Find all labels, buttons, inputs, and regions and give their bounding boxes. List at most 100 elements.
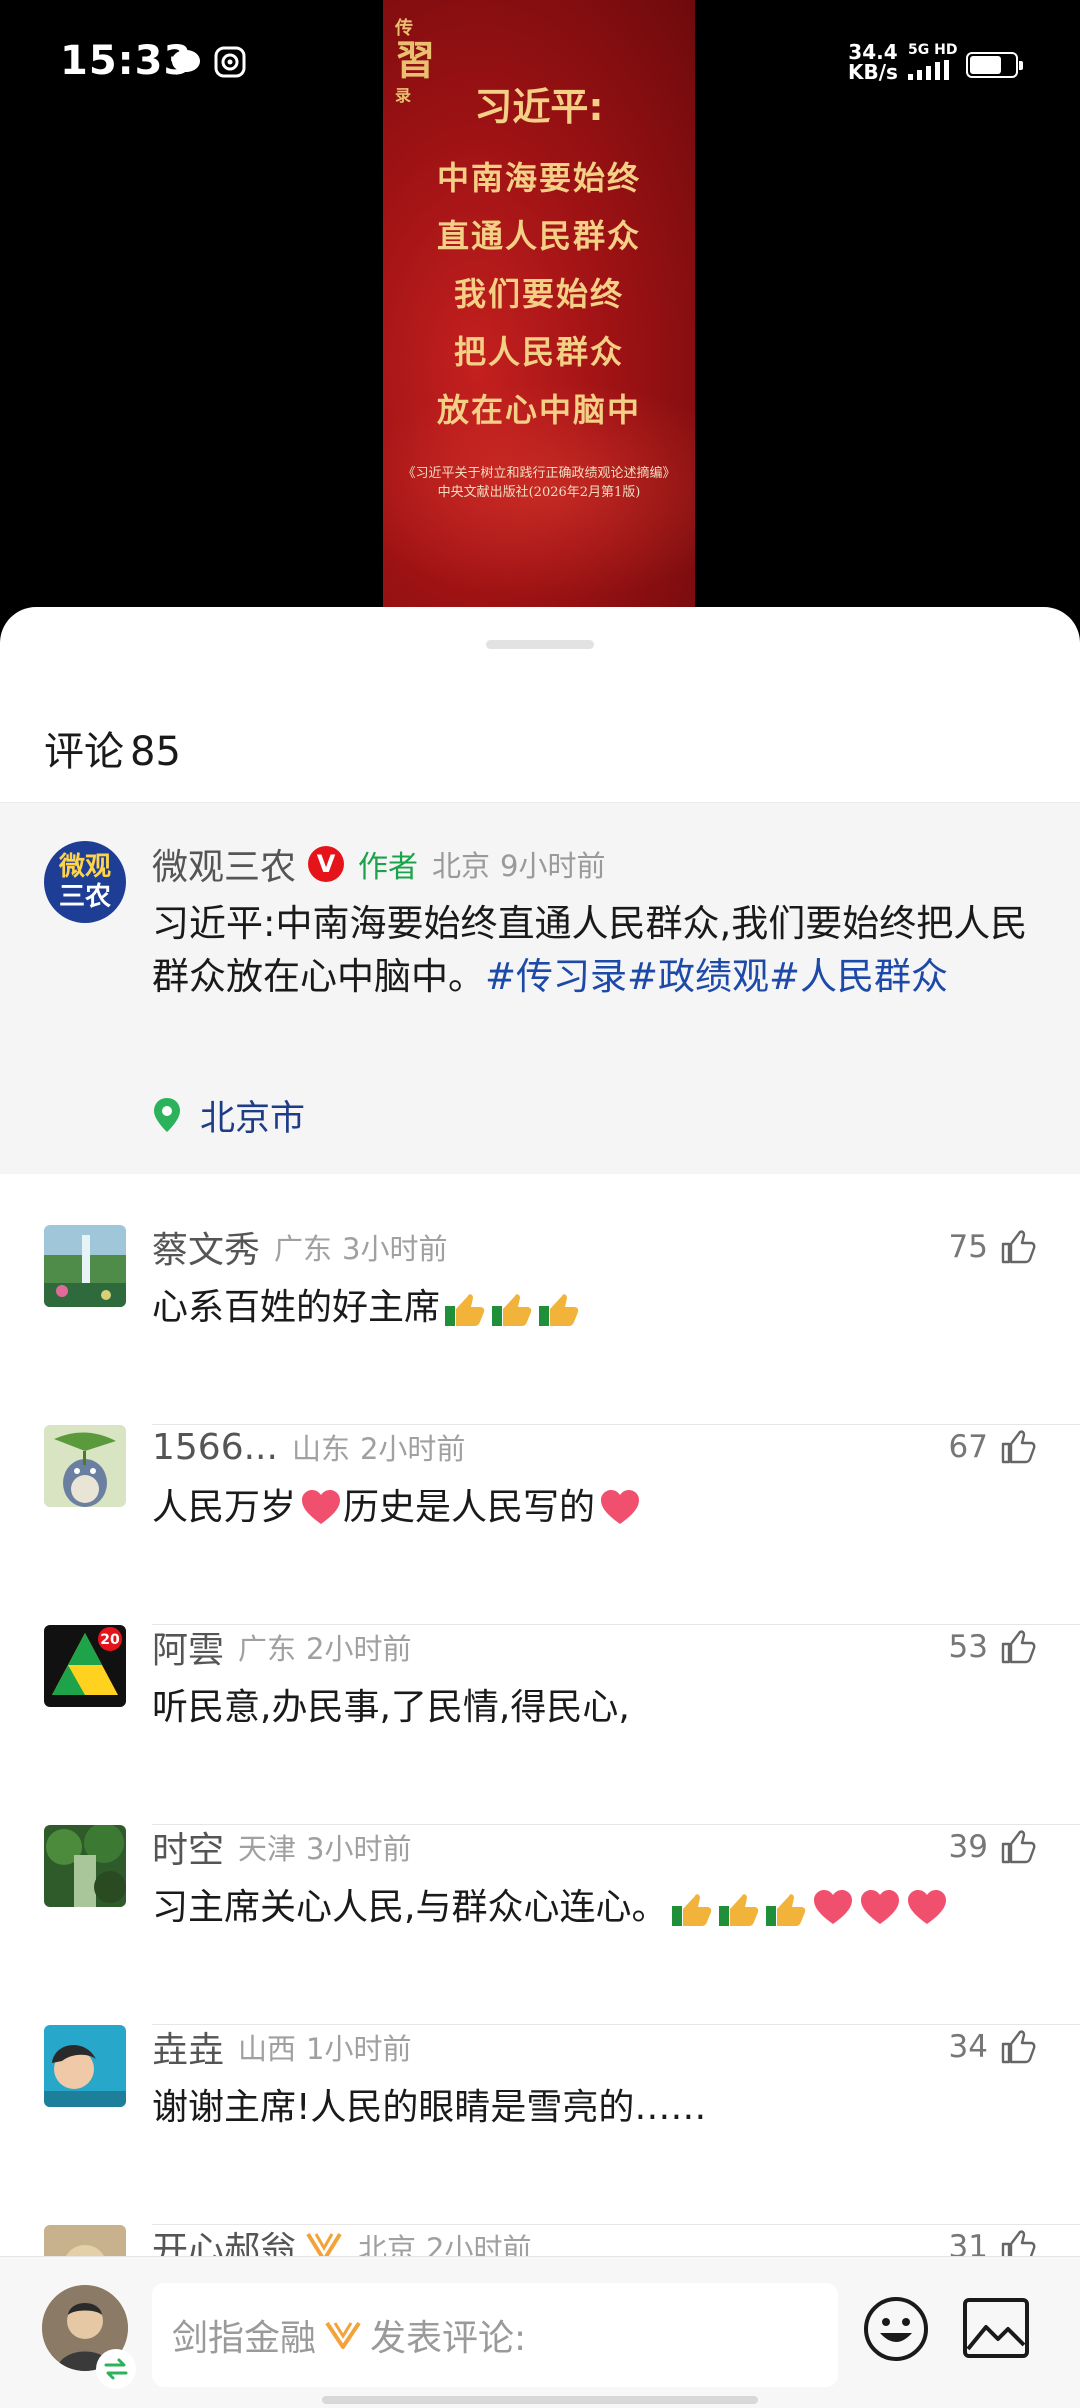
- commenter-name[interactable]: 1566...: [152, 1427, 278, 1468]
- commenter-avatar[interactable]: [44, 1425, 126, 1507]
- comment-body: 听民意,办民事,了民情,得民心,: [152, 1687, 630, 1728]
- emoji-smile-icon[interactable]: [862, 2295, 930, 2363]
- thumbs-up-emoji-icon: [766, 1894, 806, 1926]
- signal-bars-icon: [908, 60, 949, 80]
- net-speed-unit: KB/s: [848, 60, 898, 84]
- author-post-text: 习近平:中南海要始终直通人民群众,我们要始终把人民群众放在心中脑中。#传习录#政…: [152, 897, 1046, 1003]
- thumbs-up-icon: [1001, 2030, 1036, 2064]
- thumbs-up-icon: [1001, 1230, 1036, 1264]
- sheet-drag-handle[interactable]: [486, 640, 594, 649]
- heart-emoji-icon: [601, 1490, 640, 1524]
- author-avatar-line1: 微观: [58, 852, 111, 882]
- landscape-avatar-image: [44, 1225, 126, 1307]
- like-button[interactable]: 34: [949, 2025, 1036, 2069]
- author-name[interactable]: 微观三农: [152, 838, 296, 890]
- poster-line: 放在心中脑中: [436, 391, 641, 429]
- heart-emoji-icon: [861, 1890, 900, 1924]
- comment-text: 心系百姓的好主席: [152, 1283, 581, 1333]
- location-pin-icon: [154, 1098, 180, 1132]
- commenter-avatar[interactable]: 20: [44, 1625, 126, 1707]
- hashtag-link[interactable]: #传习录: [485, 955, 627, 998]
- location-link[interactable]: 北京市: [152, 1093, 305, 1139]
- like-button[interactable]: 75: [949, 1225, 1036, 1269]
- author-location: 北京: [432, 849, 491, 883]
- thumbs-up-emoji-icon: [492, 1294, 532, 1326]
- comment-text: 谢谢主席!人民的眼睛是雪亮的……: [152, 2083, 706, 2133]
- comment-meta: 1566... 山东 2小时前: [152, 1425, 465, 1469]
- comment-item: 时空 天津 3小时前 39 习主席关心人民,与群众心连心。: [0, 1825, 1080, 2025]
- battery-fill: [970, 56, 1001, 74]
- totoro-avatar-image: [44, 1425, 126, 1507]
- thumbs-up-icon: [1001, 1430, 1036, 1464]
- comment-location: 广东: [274, 1232, 333, 1266]
- comment-item: 1566... 山东 2小时前 67 人民万岁 历史是人民写的: [0, 1425, 1080, 1625]
- author-tag: 作者: [358, 850, 419, 885]
- like-count: 39: [948, 1829, 988, 1865]
- poster-line: 中南海要始终: [436, 159, 641, 197]
- comment-count-title: 评论 85: [44, 719, 181, 777]
- account-handle: 剑指金融: [172, 2318, 317, 2359]
- like-count: 34: [948, 2029, 988, 2065]
- poster-line: 我们要始终: [453, 275, 624, 313]
- comment-time: 3小时前: [342, 1232, 448, 1266]
- like-count: 75: [948, 1229, 988, 1265]
- thumbs-up-emoji-icon: [719, 1894, 759, 1926]
- comment-sheet: 评论 85 微观 三农 微观三农 V 作者 北京 9小时前 习近平:中南海要始终直…: [0, 607, 1080, 2408]
- hashtag-link[interactable]: #人民群众: [769, 955, 948, 998]
- comment-time: 3小时前: [306, 1832, 412, 1866]
- poster-source-line1: 《习近平关于树立和践行正确政绩观论述摘编》: [402, 466, 676, 481]
- author-avatar-line2: 三农: [58, 882, 111, 912]
- comment-item: 垚垚 山西 1小时前 34 谢谢主席!人民的眼睛是雪亮的……: [0, 2025, 1080, 2225]
- signal-indicator: 5G HD: [908, 42, 958, 82]
- vip-badge-icon: [325, 2321, 361, 2349]
- comment-input[interactable]: 剑指金融 发表评论:: [152, 2283, 838, 2387]
- input-placeholder: 发表评论:: [370, 2318, 527, 2359]
- message-bubble-icon: [172, 50, 200, 75]
- like-button[interactable]: 53: [949, 1625, 1036, 1669]
- comment-location: 山东: [291, 1432, 350, 1466]
- home-indicator[interactable]: [322, 2396, 758, 2404]
- like-button[interactable]: 67: [949, 1425, 1036, 1469]
- comment-text: 听民意,办民事,了民情,得民心,: [152, 1683, 630, 1733]
- avatar-badge-number: 20: [100, 1632, 120, 1648]
- app-notification-icon: [214, 46, 246, 78]
- comment-location: 天津: [238, 1832, 297, 1866]
- like-button[interactable]: 39: [949, 1825, 1036, 1869]
- commenter-name[interactable]: 阿雲: [152, 1621, 224, 1673]
- poster-line: 把人民群众: [453, 333, 624, 371]
- comment-location: 山西: [238, 2032, 297, 2066]
- commenter-avatar[interactable]: [44, 1825, 126, 1907]
- verified-badge-icon: V: [308, 846, 345, 882]
- image-picker-icon[interactable]: [962, 2297, 1030, 2359]
- commenter-avatar[interactable]: [44, 2025, 126, 2107]
- thumbs-up-icon: [1001, 1830, 1036, 1864]
- author-avatar[interactable]: 微观 三农: [44, 841, 126, 923]
- hashtag-link[interactable]: #政绩观: [627, 955, 769, 998]
- comment-time: 2小时前: [306, 1632, 412, 1666]
- location-text: 北京市: [200, 1098, 306, 1139]
- poster-line: 直通人民群众: [436, 217, 641, 255]
- commenter-name[interactable]: 时空: [152, 1821, 224, 1873]
- switch-account-icon[interactable]: [96, 2349, 136, 2389]
- network-type: 5G HD: [908, 42, 958, 58]
- portrait-avatar-image: [44, 2025, 126, 2107]
- comment-time: 1小时前: [306, 2032, 412, 2066]
- comment-meta: 蔡文秀 广东 3小时前: [152, 1225, 448, 1271]
- comment-meta: 阿雲 广东 2小时前: [152, 1625, 412, 1671]
- commenter-avatar[interactable]: [44, 1225, 126, 1307]
- comment-time: 2小时前: [359, 1432, 466, 1466]
- comment-item: 蔡文秀 广东 3小时前 75 心系百姓的好主席: [0, 1225, 1080, 1425]
- comment-text: 人民万岁 历史是人民写的: [152, 1483, 642, 1533]
- comment-body: 人民万岁: [152, 1487, 297, 1528]
- thumbs-up-emoji-icon: [672, 1894, 712, 1926]
- author-meta: 微观三农 V 作者 北京 9小时前: [152, 838, 606, 890]
- author-time: 9小时前: [500, 849, 606, 883]
- battery-icon: [966, 52, 1023, 78]
- thumbs-up-emoji-icon: [539, 1294, 579, 1326]
- comment-text: 习主席关心人民,与群众心连心。: [152, 1883, 949, 1933]
- commenter-name[interactable]: 垚垚: [152, 2021, 224, 2073]
- heart-emoji-icon: [302, 1490, 341, 1524]
- net-speed-value: 34.4: [848, 40, 898, 64]
- comment-meta: 垚垚 山西 1小时前: [152, 2025, 412, 2071]
- commenter-name[interactable]: 蔡文秀: [152, 1221, 260, 1273]
